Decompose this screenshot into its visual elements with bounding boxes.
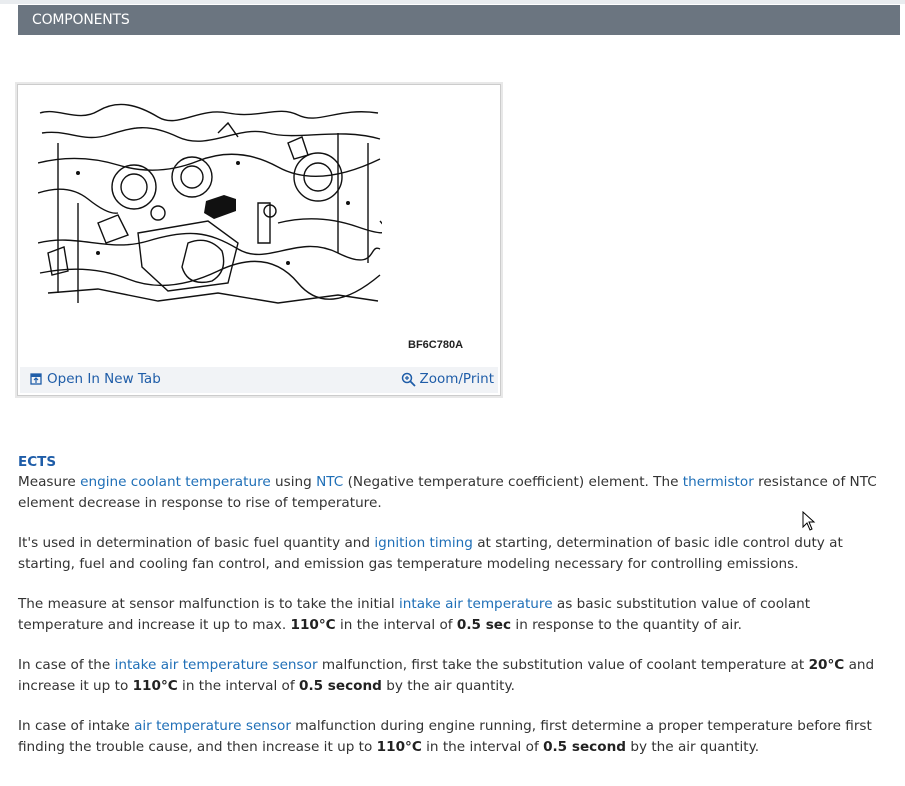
- section-title: COMPONENTS: [32, 12, 130, 28]
- mouse-cursor-icon: [802, 511, 816, 531]
- paragraph-2: It's used in determination of basic fuel…: [18, 533, 893, 574]
- link-air-temperature-sensor[interactable]: air temperature sensor: [134, 718, 291, 734]
- open-in-new-tab-link[interactable]: Open In New Tab: [30, 371, 161, 387]
- figure-code: BF6C780A: [408, 339, 464, 351]
- text: in the interval of: [421, 738, 544, 755]
- paragraph-3: The measure at sensor malfunction is to …: [18, 594, 893, 635]
- engine-diagram-image[interactable]: [38, 103, 382, 311]
- text: It's used in determination of basic fuel…: [18, 535, 375, 551]
- text: (Negative temperature coefficient) eleme…: [343, 474, 683, 490]
- link-thermistor[interactable]: thermistor: [683, 474, 754, 490]
- link-engine-coolant-temperature[interactable]: engine coolant temperature: [80, 474, 271, 490]
- link-intake-air-temperature[interactable]: intake air temperature: [399, 596, 553, 612]
- text: malfunction, first take the substitution…: [317, 657, 809, 673]
- article-body: ECTS Measure engine coolant temperature …: [18, 452, 893, 777]
- zoom-print-link[interactable]: Zoom/Print: [401, 371, 494, 387]
- paragraph-5: In case of intake air temperature sensor…: [18, 716, 893, 757]
- paragraph-1: Measure engine coolant temperature using…: [18, 472, 893, 513]
- zoom-print-label: Zoom/Print: [419, 371, 494, 387]
- bold-value: 110°C: [132, 677, 178, 694]
- bold-value: 110°C: [290, 616, 336, 633]
- link-ntc[interactable]: NTC: [316, 474, 343, 490]
- bold-value: 0.5 second: [298, 677, 382, 694]
- text: in the interval of: [335, 616, 457, 633]
- new-tab-icon: [30, 373, 42, 385]
- bold-value: 0.5 sec: [456, 616, 512, 633]
- top-border: [0, 0, 905, 4]
- text: in the interval of: [177, 677, 299, 694]
- text: The measure at sensor malfunction is to …: [18, 596, 399, 612]
- open-in-new-tab-label: Open In New Tab: [47, 371, 161, 387]
- bold-value: 20°C: [808, 657, 845, 673]
- zoom-in-icon: [402, 372, 417, 387]
- bold-value: 110°C: [376, 738, 422, 755]
- text: by the air quantity.: [381, 677, 515, 694]
- figure-toolbar: Open In New Tab Zoom/Print: [20, 367, 498, 393]
- bold-value: 0.5 second: [543, 738, 626, 755]
- section-header: COMPONENTS: [18, 5, 900, 35]
- link-ignition-timing[interactable]: ignition timing: [374, 535, 473, 551]
- figure-panel: BF6C780A Open In New Tab Zoom/Print: [17, 84, 501, 396]
- text: using: [270, 474, 317, 490]
- text: by the air quantity.: [626, 738, 760, 755]
- paragraph-4: In case of the intake air temperature se…: [18, 655, 893, 696]
- article-heading: ECTS: [18, 454, 57, 470]
- text: Measure: [18, 474, 81, 490]
- text: In case of intake: [18, 718, 135, 734]
- text: in response to the quantity of air.: [511, 616, 742, 633]
- link-intake-air-temperature-sensor[interactable]: intake air temperature sensor: [115, 657, 318, 673]
- text: In case of the: [18, 657, 115, 673]
